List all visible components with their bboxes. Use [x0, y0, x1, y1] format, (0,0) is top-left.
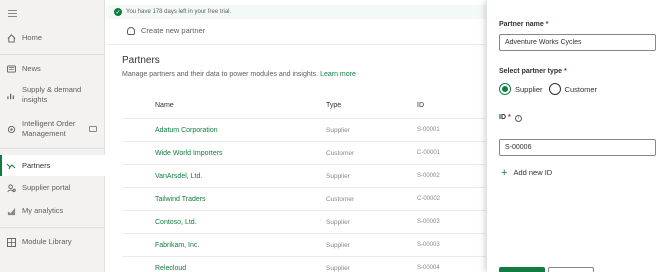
add-new-id-label: Add new ID: [513, 168, 553, 177]
learn-more-link[interactable]: Learn more: [320, 71, 356, 78]
required-mark: *: [507, 114, 511, 121]
partner-id-cell: S-00001: [417, 127, 440, 133]
sidebar-item-module-library[interactable]: Module Library: [0, 236, 105, 248]
partner-name-cell[interactable]: Contoso, Ltd.: [155, 211, 197, 234]
info-icon[interactable]: i: [514, 115, 522, 122]
create-partner-panel: Partner name * Select partner type * Sup…: [487, 0, 669, 272]
save-button[interactable]: [499, 267, 545, 272]
partner-type-cell: Customer: [326, 196, 355, 203]
sidebar-item-my-analytics[interactable]: My analytics: [0, 205, 105, 217]
sidebar-item-supplier-portal[interactable]: Supplier portal: [0, 182, 105, 194]
partner-type-radio-group: Supplier Customer: [499, 83, 597, 95]
partner-name-cell[interactable]: VanArsdel, Ltd.: [155, 165, 202, 188]
order-icon: [6, 124, 16, 134]
table-row[interactable]: VanArsdel, Ltd. Supplier S-00002: [122, 164, 486, 187]
table-row[interactable]: Relecloud Supplier S-00004: [122, 256, 486, 272]
news-icon: [6, 64, 16, 74]
command-bar-divider: [106, 44, 486, 45]
check-circle-icon: ✓: [114, 8, 122, 16]
sidebar-item-home[interactable]: Home: [0, 32, 105, 44]
partner-id-cell: S-00003: [417, 219, 440, 225]
sidebar-item-label: My analytics: [22, 206, 64, 215]
partners-icon: [6, 161, 16, 171]
partner-type-cell: Supplier: [326, 242, 350, 249]
column-header-name[interactable]: Name: [155, 102, 174, 109]
customer-radio-label[interactable]: Customer: [565, 85, 598, 94]
required-mark: *: [563, 68, 567, 75]
partner-name-cell[interactable]: Adatum Corporation: [155, 119, 218, 142]
plus-icon: +: [501, 166, 508, 179]
partner-name-label-text: Partner name: [499, 21, 544, 28]
sidebar-item-label: Supplier portal: [22, 183, 71, 192]
id-label-text: ID: [499, 114, 506, 121]
partner-name-cell[interactable]: Relecloud: [155, 257, 186, 272]
table-row[interactable]: Fabrikam, Inc. Supplier S-00003: [122, 233, 486, 256]
hamburger-menu-icon[interactable]: [8, 10, 17, 17]
sidebar-item-label: Intelligent Order Management: [22, 119, 76, 138]
trial-banner-text: You have 178 days left in your free tria…: [126, 9, 232, 15]
create-new-partner-label: Create new partner: [141, 26, 206, 35]
sidebar-divider: [0, 227, 105, 228]
sidebar-item-label: Partners: [22, 160, 51, 170]
column-header-type[interactable]: Type: [326, 102, 341, 109]
partner-id-cell: C-00001: [417, 150, 441, 156]
create-new-partner-button[interactable]: Create new partner: [127, 26, 205, 35]
partner-id-cell: C-00002: [417, 196, 441, 202]
partner-id-cell: S-00003: [417, 242, 440, 248]
table-row[interactable]: Contoso, Ltd. Supplier S-00003: [122, 210, 486, 233]
partner-type-label: Select partner type *: [499, 68, 567, 75]
page-subtitle-text: Manage partners and their data to power …: [122, 71, 319, 78]
partner-name-cell[interactable]: Fabrikam, Inc.: [155, 234, 199, 257]
supplier-portal-icon: [6, 183, 16, 193]
chart-icon: [6, 90, 16, 100]
partner-name-cell[interactable]: Wide World Importers: [155, 142, 223, 165]
analytics-icon: [6, 206, 16, 216]
cancel-button[interactable]: [548, 267, 594, 272]
sidebar-divider: [0, 148, 105, 149]
customer-radio[interactable]: [548, 83, 561, 95]
home-icon: [6, 33, 16, 43]
supplier-radio-label[interactable]: Supplier: [515, 85, 543, 94]
partner-type-label-text: Select partner type: [499, 68, 563, 75]
sidebar-item-intelligent-order-management[interactable]: Intelligent Order Management: [0, 118, 105, 140]
partner-type-cell: Customer: [326, 150, 355, 157]
table-row[interactable]: Adatum Corporation Supplier S-00001: [122, 118, 486, 141]
sidebar-item-partners[interactable]: Partners: [0, 155, 105, 176]
external-link-icon[interactable]: [89, 126, 97, 132]
sidebar-item-supply-demand-insights[interactable]: Supply & demand insights: [0, 84, 105, 106]
partner-id-cell: S-00002: [417, 173, 440, 179]
id-label: ID * i: [499, 114, 522, 122]
partner-type-cell: Supplier: [326, 219, 350, 226]
sidebar-nav: Home News Supply & demand insights Intel…: [0, 0, 105, 272]
supplier-radio[interactable]: [499, 83, 511, 95]
sidebar-item-label: Module Library: [22, 237, 72, 246]
page-title: Partners: [122, 55, 160, 66]
trial-banner: ✓ You have 178 days left in your free tr…: [106, 5, 486, 19]
partner-name-input[interactable]: [499, 34, 656, 51]
partner-type-cell: Supplier: [326, 265, 350, 272]
sidebar-item-label: News: [22, 64, 41, 73]
partner-type-cell: Supplier: [326, 127, 350, 134]
partner-type-cell: Supplier: [326, 173, 350, 180]
table-row[interactable]: Tailwind Traders Customer C-00002: [122, 187, 486, 210]
sidebar-divider: [0, 54, 105, 55]
sidebar-item-label: Home: [22, 33, 43, 42]
module-library-icon: [6, 237, 16, 247]
id-input[interactable]: [499, 139, 656, 156]
required-mark: *: [545, 21, 549, 28]
sidebar-item-label: Supply & demand insights: [22, 85, 82, 104]
person-add-icon: [127, 26, 135, 35]
column-header-id[interactable]: ID: [417, 102, 424, 109]
add-new-id-button[interactable]: + Add new ID: [501, 166, 553, 179]
partner-id-cell: S-00004: [417, 265, 440, 271]
partner-name-cell[interactable]: Tailwind Traders: [155, 188, 206, 211]
table-row[interactable]: Wide World Importers Customer C-00001: [122, 141, 486, 164]
page-subtitle: Manage partners and their data to power …: [122, 71, 356, 78]
partner-name-label: Partner name *: [499, 21, 548, 28]
sidebar-item-news[interactable]: News: [0, 63, 105, 75]
